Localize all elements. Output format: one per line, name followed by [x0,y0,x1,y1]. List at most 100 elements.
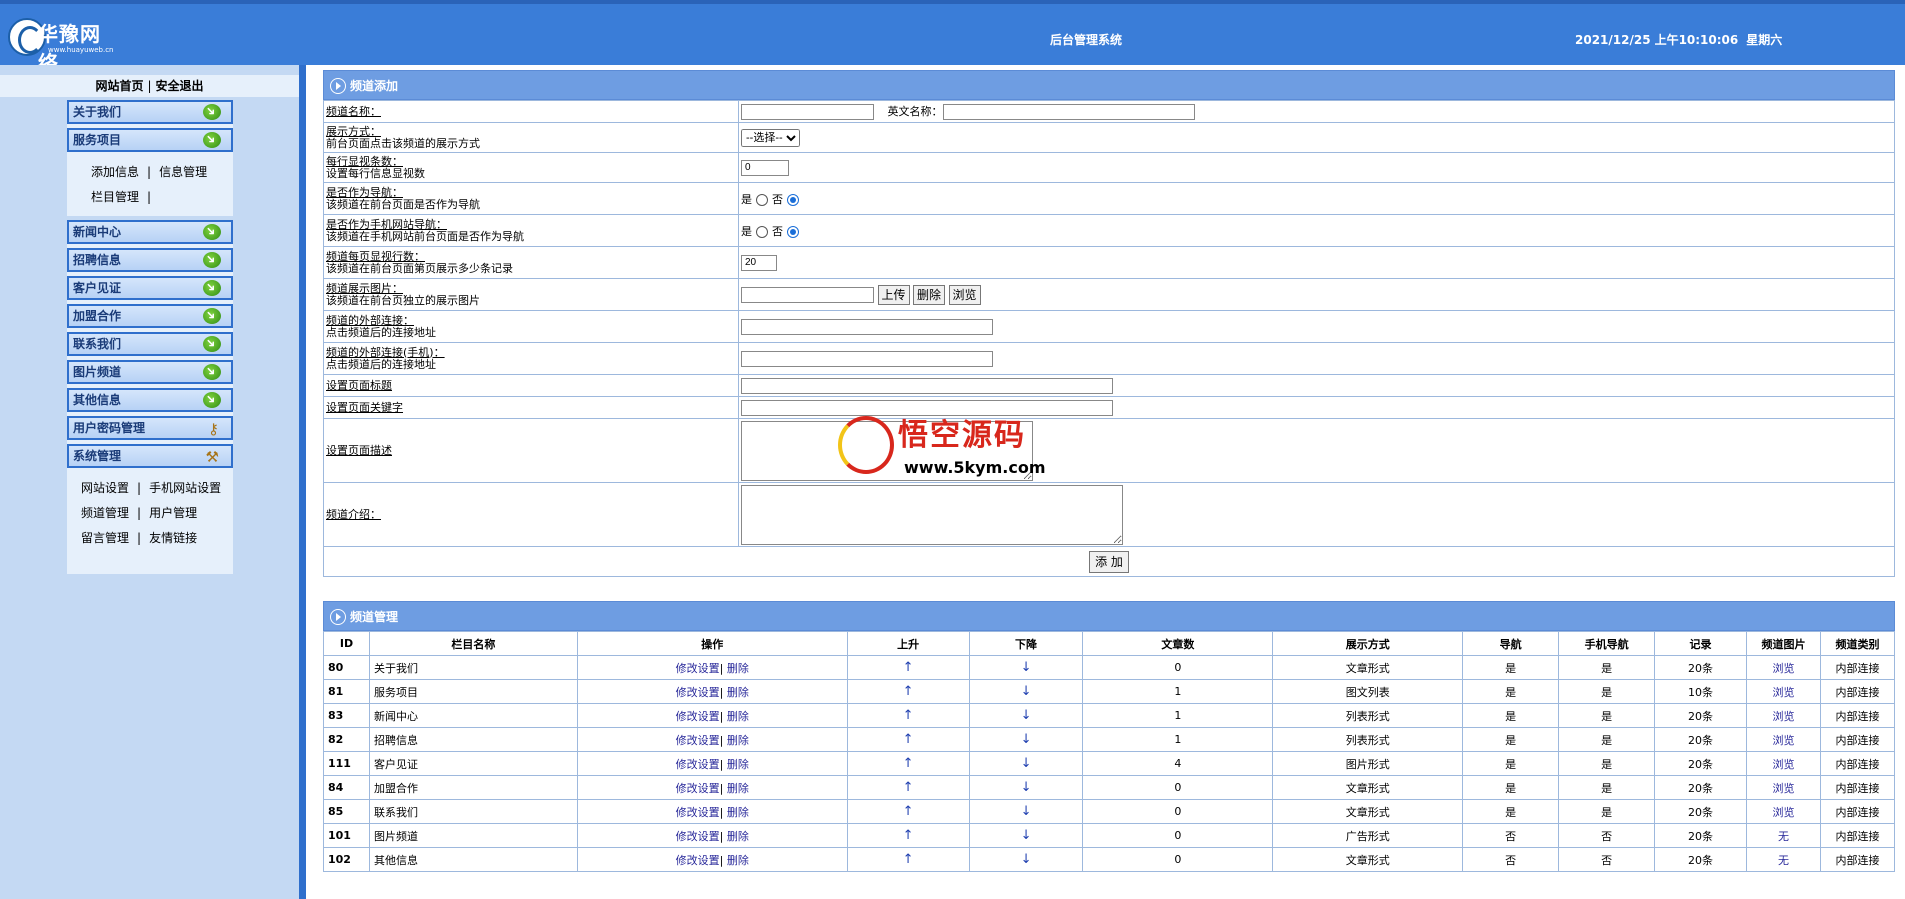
page-title-input[interactable] [741,377,1113,394]
field-label: 设置页面标题 [326,378,392,392]
nav-yes-radio[interactable] [756,193,768,206]
menu-item-about[interactable]: 关于我们 [67,100,233,124]
delete-link[interactable]: 删除 [727,806,749,819]
cell-mobile-nav: 是 [1558,703,1656,728]
logout-link[interactable]: 安全退出 [156,79,204,93]
delete-link[interactable]: 删除 [727,782,749,795]
submenu-add-info[interactable]: 添加信息 [91,165,139,179]
move-up-icon[interactable]: ↑ [903,660,914,675]
delete-link[interactable]: 删除 [727,854,749,867]
image-path-input[interactable] [741,286,874,303]
display-mode-select[interactable]: --选择-- [741,128,800,147]
move-up-icon[interactable]: ↑ [903,780,914,795]
cell-records: 20条 [1654,799,1748,824]
radio-label: 是 [741,192,752,206]
move-up-icon[interactable]: ↑ [903,708,914,723]
submenu-info-manage[interactable]: 信息管理 [159,165,207,179]
submenu-message-manage[interactable]: 留言管理 [81,531,129,545]
radio-label: 否 [772,192,783,206]
submenu-friend-links[interactable]: 友情链接 [149,531,197,545]
edit-link[interactable]: 修改设置 [676,710,720,723]
menu-item-testimonials[interactable]: 客户见证 [67,276,233,300]
upload-button[interactable]: 上传 [877,284,910,305]
edit-link[interactable]: 修改设置 [676,686,720,699]
move-up-icon[interactable]: ↑ [903,852,914,867]
move-down-icon[interactable]: ↓ [1021,684,1032,699]
move-down-icon[interactable]: ↓ [1021,732,1032,747]
cell-actions: 修改设置| 删除 [576,655,848,680]
add-submit-button[interactable]: 添 加 [1089,550,1129,573]
menu-item-label: 图片频道 [73,365,122,379]
submenu-site-settings[interactable]: 网站设置 [81,481,129,495]
move-up-icon[interactable]: ↑ [903,828,914,843]
submenu-user-manage[interactable]: 用户管理 [149,506,197,520]
cell-type: 内部连接 [1819,727,1896,752]
image-link[interactable]: 浏览 [1772,662,1794,675]
move-down-icon[interactable]: ↓ [1021,828,1032,843]
image-link[interactable]: 浏览 [1772,782,1794,795]
edit-link[interactable]: 修改设置 [676,806,720,819]
system-title: 后台管理系统 [1050,33,1123,47]
image-link[interactable]: 浏览 [1772,734,1794,747]
channel-name-input[interactable] [741,104,874,120]
menu-item-contact[interactable]: 联系我们 [67,332,233,356]
move-down-icon[interactable]: ↓ [1021,852,1032,867]
menu-item-franchise[interactable]: 加盟合作 [67,304,233,328]
edit-link[interactable]: 修改设置 [676,854,720,867]
per-row-input[interactable] [741,159,789,176]
image-link[interactable]: 浏览 [1772,710,1794,723]
delete-link[interactable]: 删除 [727,758,749,771]
cell-id: 81 [323,679,370,704]
panel-title: 频道管理 [350,610,399,624]
menu-item-news[interactable]: 新闻中心 [67,220,233,244]
delete-link[interactable]: 删除 [727,830,749,843]
menu-item-services[interactable]: 服务项目 [67,128,233,152]
external-link-mobile-input[interactable] [741,350,993,367]
image-link[interactable]: 浏览 [1772,686,1794,699]
menu-item-other[interactable]: 其他信息 [67,388,233,412]
delete-link[interactable]: 删除 [727,662,749,675]
home-link[interactable]: 网站首页 [95,79,143,93]
external-link-input[interactable] [741,318,993,335]
move-down-icon[interactable]: ↓ [1021,660,1032,675]
edit-link[interactable]: 修改设置 [676,758,720,771]
cell-id: 84 [323,775,370,800]
cell-name: 联系我们 [368,799,578,824]
mobile-nav-no-radio[interactable] [787,225,799,238]
cell-records: 20条 [1654,775,1748,800]
delete-image-button[interactable]: 删除 [913,284,946,305]
edit-link[interactable]: 修改设置 [676,662,720,675]
edit-link[interactable]: 修改设置 [676,734,720,747]
nav-no-radio[interactable] [787,193,799,206]
per-page-input[interactable] [741,254,777,271]
move-down-icon[interactable]: ↓ [1021,756,1032,771]
delete-link[interactable]: 删除 [727,710,749,723]
delete-link[interactable]: 删除 [727,734,749,747]
move-up-icon[interactable]: ↑ [903,756,914,771]
move-up-icon[interactable]: ↑ [903,804,914,819]
channel-intro-textarea[interactable] [741,484,1123,545]
move-down-icon[interactable]: ↓ [1021,804,1032,819]
image-link[interactable]: 浏览 [1772,806,1794,819]
menu-item-pictures[interactable]: 图片频道 [67,360,233,384]
move-up-icon[interactable]: ↑ [903,732,914,747]
mobile-nav-yes-radio[interactable] [756,225,768,238]
menu-item-password[interactable]: 用户密码管理 ⚷ [67,416,233,440]
submenu-column-manage[interactable]: 栏目管理 [91,190,139,204]
submenu-channel-manage[interactable]: 频道管理 [81,506,129,520]
edit-link[interactable]: 修改设置 [676,782,720,795]
move-down-icon[interactable]: ↓ [1021,708,1032,723]
cell-name: 其他信息 [368,847,578,872]
edit-link[interactable]: 修改设置 [676,830,720,843]
sidebar-divider[interactable] [299,65,306,899]
english-name-input[interactable] [942,104,1195,120]
move-down-icon[interactable]: ↓ [1021,780,1032,795]
move-up-icon[interactable]: ↑ [903,684,914,699]
browse-image-button[interactable]: 浏览 [948,284,981,305]
delete-link[interactable]: 删除 [727,686,749,699]
menu-item-jobs[interactable]: 招聘信息 [67,248,233,272]
logo-url: www.huayuweb.cn [48,46,114,54]
menu-item-system[interactable]: 系统管理 ⚒ [67,444,233,468]
image-link[interactable]: 浏览 [1772,758,1794,771]
submenu-mobile-settings[interactable]: 手机网站设置 [149,481,221,495]
